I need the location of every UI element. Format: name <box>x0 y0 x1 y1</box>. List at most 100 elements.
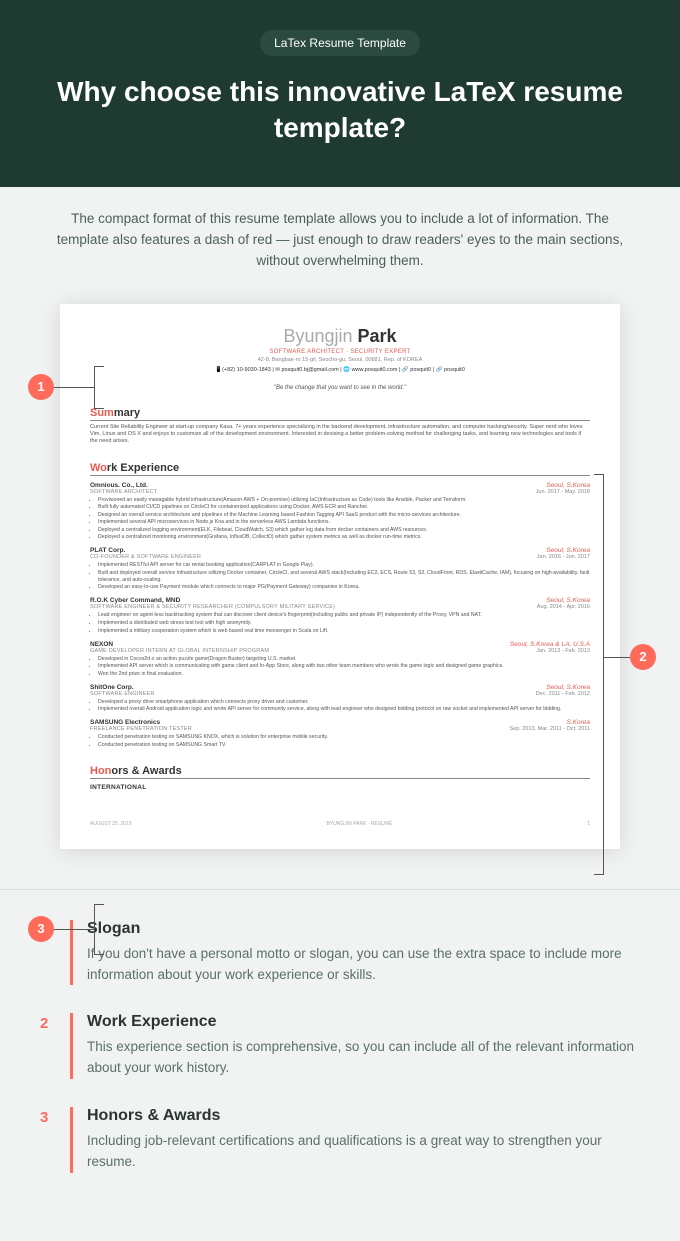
callouts-section: 1 Slogan If you don't have a personal mo… <box>0 890 680 1241</box>
section-title-work: Work Experience <box>90 462 590 476</box>
resume-quote: "Be the change that you want to see in t… <box>90 385 590 391</box>
section-title-summary: Summary <box>90 407 590 421</box>
job-bullet: Provisioned an easily managable hybrid i… <box>98 497 590 504</box>
job-bullet: Implemented API server which is communic… <box>98 663 590 670</box>
callout-text: Including job-relevant certifications an… <box>87 1131 640 1173</box>
job-bullet: Built fully automated CI/CD pipelines on… <box>98 504 590 511</box>
job-location: Seoul, S.Korea <box>546 482 590 489</box>
connector-line <box>94 366 104 367</box>
callout: 3 Honors & Awards Including job-relevant… <box>40 1107 640 1173</box>
connector-line <box>594 874 604 875</box>
callout-body: Work Experience This experience section … <box>70 1013 640 1079</box>
header: LaTex Resume Template Why choose this in… <box>0 0 680 187</box>
connector-line <box>594 474 604 475</box>
job-bullet: Won the 2nd prize in final evaluation. <box>98 671 590 678</box>
job-company: ShitOne Corp. <box>90 684 134 691</box>
work-section: Work Experience Omnious. Co., Ltd. Seoul,… <box>90 462 590 749</box>
job-dates: Jun. 2017 - May. 2018 <box>536 489 590 495</box>
summary-text: Current Site Reliability Engineer at sta… <box>90 424 590 446</box>
resume-header: Byungjin Park SOFTWARE ARCHITECT · SECUR… <box>90 326 590 391</box>
job-company: Omnious. Co., Ltd. <box>90 482 148 489</box>
job-entry: Omnious. Co., Ltd. Seoul, S.Korea SOFTWAR… <box>90 482 590 542</box>
job-bullets: Lead engineer on agent-less backtracking… <box>98 612 590 634</box>
connector-line <box>603 474 604 874</box>
connector-line <box>94 366 95 408</box>
job-bullets: Developed a proxy drive smartphone appli… <box>98 699 590 714</box>
resume-subtitle: SOFTWARE ARCHITECT · SECURITY EXPERT <box>90 349 590 355</box>
job-entry: R.O.K Cyber Command, MND Seoul, S.Korea S… <box>90 597 590 634</box>
job-location: S.Korea <box>567 719 591 726</box>
job-dates: Aug. 2014 - Apr. 2016 <box>537 604 590 610</box>
marker-3: 3 <box>28 916 54 942</box>
marker-2: 2 <box>630 644 656 670</box>
job-company: SAMSUNG Electronics <box>90 719 160 726</box>
job-company: NEXON <box>90 641 113 648</box>
intro-text: The compact format of this resume templa… <box>50 209 630 272</box>
resume-contact: 📱(+82) 10-9030-1843 | ✉ posquit0.bj@gmai… <box>90 367 590 373</box>
resume-address: 42-8, Bangbae-ro 15-gil, Seocho-gu, Seou… <box>90 357 590 363</box>
job-role: GAME DEVELOPER INTERN AT GLOBAL INTERNSH… <box>90 648 269 654</box>
callout: 2 Work Experience This experience sectio… <box>40 1013 640 1079</box>
callout-title: Honors & Awards <box>87 1107 640 1125</box>
job-role: CO-FOUNDER & SOFTWARE ENGINEER <box>90 554 201 560</box>
job-bullets: Provisioned an easily managable hybrid i… <box>98 497 590 542</box>
callout: 1 Slogan If you don't have a personal mo… <box>40 920 640 986</box>
template-badge: LaTex Resume Template <box>260 30 420 56</box>
connector-line <box>54 929 94 930</box>
job-bullet: Implemented a military cooperation syste… <box>98 628 590 635</box>
job-bullet: Designed an overall service architecture… <box>98 512 590 519</box>
job-bullet: Built and deployed overall service infra… <box>98 570 590 584</box>
job-bullet: Developed in Cocos2d-x an action puzzle … <box>98 656 590 663</box>
job-bullet: Developed an easy-to-use Payment module … <box>98 584 590 591</box>
job-role: SOFTWARE ENGINEER & SECURITY RESEARCHER … <box>90 604 335 610</box>
callout-text: This experience section is comprehensive… <box>87 1037 640 1079</box>
job-entry: PLAT Corp. Seoul, S.Korea CO-FOUNDER & SO… <box>90 547 590 591</box>
job-bullet: Deployed a centralized logging environme… <box>98 527 590 534</box>
callout-body: Honors & Awards Including job-relevant c… <box>70 1107 640 1173</box>
job-bullet: Implemented overall Android application … <box>98 706 590 713</box>
job-company: R.O.K Cyber Command, MND <box>90 597 180 604</box>
job-location: Seoul, S.Korea <box>546 684 590 691</box>
job-bullet: Conducted penetration testing on SAMSUNG… <box>98 742 590 749</box>
callout-number: 2 <box>40 1013 54 1079</box>
job-dates: Sep. 2013, Mar. 2011 - Oct. 2011 <box>509 726 590 732</box>
connector-line <box>604 657 630 658</box>
connector-line <box>94 904 95 954</box>
job-dates: Dec. 2011 - Feb. 2012 <box>536 691 590 697</box>
resume-document: Byungjin Park SOFTWARE ARCHITECT · SECUR… <box>60 304 620 849</box>
job-entry: ShitOne Corp. Seoul, S.Korea SOFTWARE ENG… <box>90 684 590 714</box>
footer-page: 1 <box>587 821 590 827</box>
callout-body: Slogan If you don't have a personal mott… <box>70 920 640 986</box>
footer-date: AUGUST 25, 2019 <box>90 821 132 827</box>
job-bullet: Deployed a centralized monitoring enviro… <box>98 534 590 541</box>
honors-section: Honors & Awards INTERNATIONAL <box>90 765 590 791</box>
resume-footer: AUGUST 25, 2019 BYUNGJIN PARK · RÉSUMÉ 1 <box>90 821 590 827</box>
job-role: SOFTWARE ENGINEER <box>90 691 155 697</box>
job-location: Seoul, S.Korea <box>546 597 590 604</box>
callout-title: Work Experience <box>87 1013 640 1031</box>
job-role: SOFTWARE ARCHITECT <box>90 489 157 495</box>
marker-1: 1 <box>28 374 54 400</box>
job-company: PLAT Corp. <box>90 547 125 554</box>
job-bullet: Developed a proxy drive smartphone appli… <box>98 699 590 706</box>
resume-name: Byungjin Park <box>90 326 590 347</box>
callout-title: Slogan <box>87 920 640 938</box>
connector-line <box>94 408 104 409</box>
page-title: Why choose this innovative LaTeX resume … <box>40 74 640 147</box>
job-dates: Jan. 2013 - Feb. 2013 <box>536 648 590 654</box>
connector-line <box>54 387 94 388</box>
footer-center: BYUNGJIN PARK · RÉSUMÉ <box>327 821 393 827</box>
job-bullet: Implemented RESTful API server for car r… <box>98 562 590 569</box>
job-dates: Jan. 2016 - Jun. 2017 <box>537 554 590 560</box>
job-entry: NEXON Seoul, S.Korea & LA, U.S.A GAME DEV… <box>90 641 590 678</box>
job-bullets: Implemented RESTful API server for car r… <box>98 562 590 591</box>
job-bullet: Implemented several API microservices in… <box>98 519 590 526</box>
job-bullet: Implemented a distributed web stress tes… <box>98 620 590 627</box>
job-bullets: Developed in Cocos2d-x an action puzzle … <box>98 656 590 678</box>
connector-line <box>94 954 104 955</box>
job-location: Seoul, S.Korea <box>546 547 590 554</box>
resume-preview-area: 1 2 3 Byungjin Park SOFTWARE ARCHITECT ·… <box>0 294 680 889</box>
job-location: Seoul, S.Korea & LA, U.S.A <box>510 641 590 648</box>
connector-line <box>94 904 104 905</box>
job-bullet: Conducted penetration testing on SAMSUNG… <box>98 734 590 741</box>
